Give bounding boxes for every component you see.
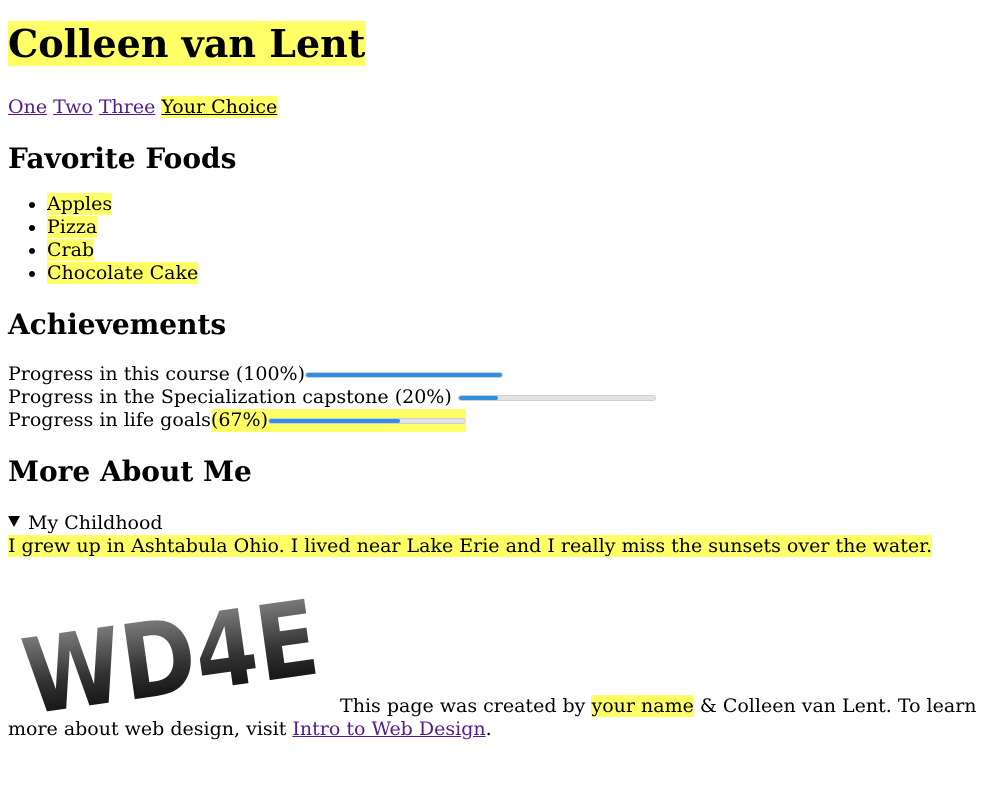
list-item: Apples — [47, 193, 978, 216]
logo-text: WD4E — [15, 584, 325, 712]
list-item: Pizza — [47, 216, 978, 239]
nav-link-two[interactable]: Two — [53, 96, 93, 118]
footer-your-name: your name — [591, 695, 694, 717]
progress-bar-capstone — [457, 394, 656, 401]
nav-link-your-choice[interactable]: Your Choice — [161, 96, 278, 118]
footer-text-pre: This page was created by — [340, 695, 592, 717]
nav-link-one[interactable]: One — [8, 96, 47, 118]
footer: WD4E This page was created by your name … — [8, 584, 978, 741]
progress-label-life: Progress in life goals — [8, 409, 211, 431]
favorite-foods-heading: Favorite Foods — [8, 142, 237, 175]
achievements-section: Progress in this course (100%) Progress … — [8, 363, 978, 432]
details-summary[interactable]: My Childhood — [8, 512, 978, 535]
progress-row-capstone: Progress in the Specialization capstone … — [8, 386, 978, 409]
page-title: Colleen van Lent — [8, 21, 366, 66]
intro-web-design-link[interactable]: Intro to Web Design — [292, 718, 485, 740]
progress-row-course: Progress in this course (100%) — [8, 363, 978, 386]
details-content: I grew up in Ashtabula Ohio. I lived nea… — [8, 535, 933, 557]
nav-link-three[interactable]: Three — [99, 96, 155, 118]
nav-bar: One Two Three Your Choice — [8, 96, 978, 119]
list-item: Chocolate Cake — [47, 262, 978, 285]
progress-fill — [306, 372, 503, 377]
progress-bar-course — [305, 371, 504, 378]
progress-highlight: (67%) — [210, 409, 466, 432]
progress-row-life: Progress in life goals (67%) — [8, 409, 978, 432]
achievements-heading: Achievements — [8, 308, 227, 341]
progress-label-capstone: Progress in the Specialization capstone … — [8, 386, 452, 408]
wd4e-logo: WD4E — [15, 584, 325, 712]
list-item: Crab — [47, 239, 978, 262]
progress-bar-life — [267, 417, 466, 424]
footer-text-post: . — [485, 718, 492, 740]
favorite-foods-list: Apples Pizza Crab Chocolate Cake — [8, 193, 978, 285]
progress-fill — [268, 418, 401, 423]
disclosure-triangle-icon[interactable] — [8, 516, 20, 527]
more-about-me-heading: More About Me — [8, 455, 252, 488]
progress-label-course: Progress in this course (100%) — [8, 363, 306, 385]
page: Colleen van Lent One Two Three Your Choi… — [0, 21, 986, 741]
progress-fill — [458, 395, 498, 400]
childhood-details: My Childhood I grew up in Ashtabula Ohio… — [8, 512, 978, 558]
progress-percent-life: (67%) — [210, 409, 268, 431]
